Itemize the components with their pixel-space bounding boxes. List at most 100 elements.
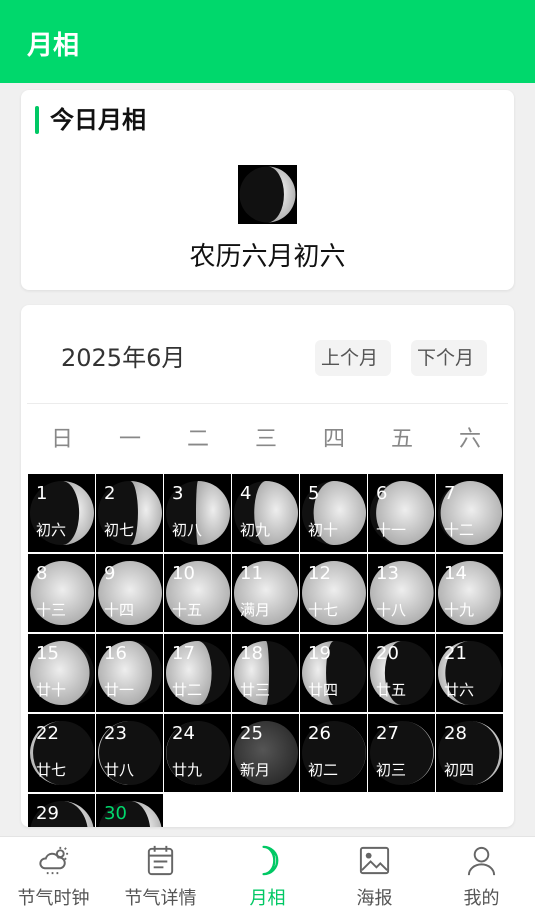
prev-month-button[interactable]: 上个月 [315, 340, 391, 376]
heading-accent-bar [35, 106, 39, 134]
weekday-sun: 日 [50, 427, 73, 452]
day-number: 10 [172, 563, 195, 584]
calendar-day-cell[interactable]: 8 十三 [28, 554, 95, 632]
calendar-day-cell[interactable]: 1 初六 [28, 474, 95, 552]
tab-solar-clock-label: 节气时钟 [17, 888, 90, 909]
lunar-day-label: 十三 [36, 601, 67, 619]
tab-moon-phase-label: 月相 [249, 888, 286, 909]
day-number: 21 [444, 643, 467, 664]
calendar-day-cell[interactable]: 17 廿二 [164, 634, 231, 712]
calendar-day-cell[interactable]: 24 廿九 [164, 714, 231, 792]
lunar-day-label: 十四 [104, 601, 135, 619]
next-month-button[interactable]: 下个月 [411, 340, 487, 376]
calendar-day-cell[interactable]: 13 十八 [368, 554, 435, 632]
calendar-day-cell[interactable]: 14 十九 [436, 554, 503, 632]
day-number: 19 [308, 643, 331, 664]
day-number: 14 [444, 563, 467, 584]
weekday-header: 日 一 二 三 四 五 六 [28, 423, 505, 457]
calendar-day-cell[interactable]: 5 初十 [300, 474, 367, 552]
calendar-day-cell[interactable]: 21 廿六 [436, 634, 503, 712]
tab-mine[interactable]: 我的 [428, 837, 535, 915]
image-icon [359, 846, 390, 875]
calendar-day-cell[interactable]: 27 初三 [368, 714, 435, 792]
day-number: 16 [104, 643, 127, 664]
day-number: 2 [104, 483, 116, 504]
tab-moon-phase[interactable]: 月相 [214, 837, 321, 915]
calendar-day-cell[interactable]: 19 廿四 [300, 634, 367, 712]
lunar-day-label: 廿九 [172, 761, 203, 779]
day-number: 30 [104, 803, 127, 824]
calendar-day-cell[interactable]: 6 十一 [368, 474, 435, 552]
lunar-day-label: 满月 [240, 601, 271, 619]
calendar-day-cell[interactable]: 3 初八 [164, 474, 231, 552]
lunar-day-label: 廿七 [36, 761, 67, 779]
calendar-day-cell[interactable]: 2 初七 [96, 474, 163, 552]
moon-calendar-card: 2025年6月 上个月 下个月 日 一 二 三 四 五 六 1 初六 2 初七 3 初… [21, 305, 514, 827]
lunar-day-label: 十七 [308, 601, 339, 619]
tab-mine-label: 我的 [463, 888, 500, 909]
weekday-mon: 一 [118, 427, 141, 452]
day-number: 7 [444, 483, 456, 504]
day-number: 3 [172, 483, 184, 504]
calendar-day-cell[interactable]: 26 初二 [300, 714, 367, 792]
lunar-day-label: 廿六 [444, 681, 475, 699]
lunar-day-label: 廿十 [36, 681, 67, 699]
tab-poster-label: 海报 [356, 888, 393, 909]
day-number: 8 [36, 563, 48, 584]
day-number: 13 [376, 563, 399, 584]
calendar-day-cell[interactable]: 25 新月 [232, 714, 299, 792]
day-number: 24 [172, 723, 195, 744]
day-number: 1 [36, 483, 48, 504]
day-number: 17 [172, 643, 195, 664]
tab-solar-clock[interactable]: 节气时钟 [0, 837, 107, 915]
calendar-day-cell[interactable]: 15 廿十 [28, 634, 95, 712]
day-number: 15 [36, 643, 59, 664]
lunar-day-label: 初十 [308, 521, 339, 539]
cloud-sun-icon [39, 846, 69, 875]
day-number: 23 [104, 723, 127, 744]
lunar-day-label: 初七 [104, 521, 135, 539]
today-moon-icon [238, 165, 297, 224]
calendar-day-cell[interactable]: 11 满月 [232, 554, 299, 632]
day-number: 9 [104, 563, 116, 584]
calendar-day-cell[interactable]: 16 廿一 [96, 634, 163, 712]
today-heading: 今日月相 [50, 106, 146, 134]
lunar-day-label: 廿二 [172, 681, 203, 699]
today-moon-card: 今日月相 农历六月初六 [21, 90, 514, 290]
lunar-day-label: 初六 [36, 521, 67, 539]
day-number: 27 [376, 723, 399, 744]
day-number: 12 [308, 563, 331, 584]
calendar-day-cell[interactable]: 7 十二 [436, 474, 503, 552]
calendar-day-cell[interactable]: 29 [28, 794, 95, 827]
bottom-tab-bar: 节气时钟 节气详情 月相 海报 我的 [0, 836, 535, 915]
calendar-day-cell[interactable]: 12 十七 [300, 554, 367, 632]
lunar-day-label: 初四 [444, 761, 475, 779]
calendar-day-cell[interactable]: 20 廿五 [368, 634, 435, 712]
calendar-day-cell[interactable]: 22 廿七 [28, 714, 95, 792]
calendar-day-cell[interactable]: 4 初九 [232, 474, 299, 552]
tab-poster[interactable]: 海报 [321, 837, 428, 915]
divider [27, 403, 508, 404]
lunar-day-label: 初三 [376, 761, 407, 779]
weekday-wed: 三 [254, 427, 277, 452]
page-title: 月相 [27, 31, 80, 61]
day-number: 4 [240, 483, 252, 504]
day-number: 29 [36, 803, 59, 824]
lunar-day-label: 初九 [240, 521, 271, 539]
lunar-day-label: 十八 [376, 601, 407, 619]
app-header: 月相 [0, 0, 535, 83]
calendar-day-cell[interactable]: 23 廿八 [96, 714, 163, 792]
calendar-day-cell[interactable]: 18 廿三 [232, 634, 299, 712]
lunar-date: 农历六月初六 [189, 242, 346, 272]
lunar-day-label: 十九 [444, 601, 475, 619]
calendar-day-cell[interactable]: 10 十五 [164, 554, 231, 632]
day-number: 22 [36, 723, 59, 744]
calendar-day-cell[interactable]: 28 初四 [436, 714, 503, 792]
calendar-day-cell[interactable]: 9 十四 [96, 554, 163, 632]
day-number: 25 [240, 723, 263, 744]
lunar-day-label: 廿五 [376, 681, 407, 699]
tab-solar-detail[interactable]: 节气详情 [107, 837, 214, 915]
weekday-fri: 五 [390, 427, 413, 452]
calendar-day-cell[interactable]: 30 [96, 794, 163, 827]
tab-solar-detail-label: 节气详情 [124, 888, 197, 909]
